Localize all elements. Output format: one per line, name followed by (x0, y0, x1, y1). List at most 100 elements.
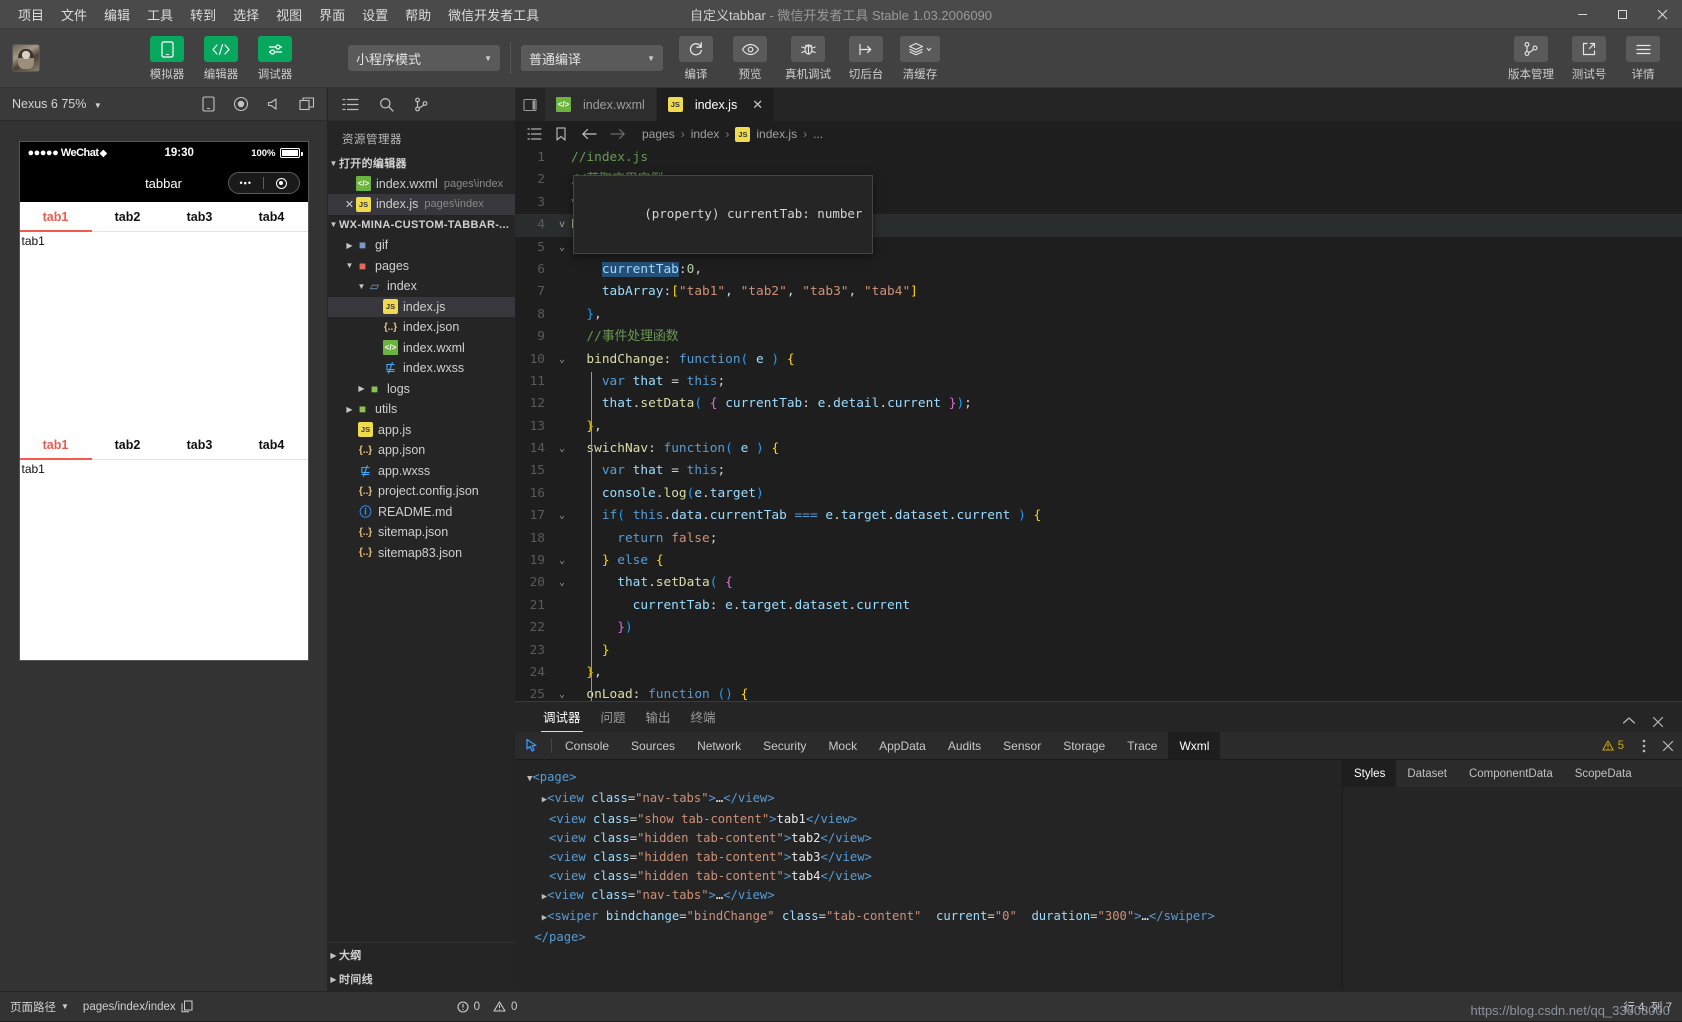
fold-toggle[interactable] (553, 192, 571, 214)
tree-item-index-wxml[interactable]: </> index.wxml (328, 338, 515, 359)
timeline-section[interactable]: ▶ 时间线 (328, 967, 515, 991)
menu-item-tools[interactable]: 工具 (139, 1, 181, 28)
background-switch-button[interactable]: 切后台 (839, 34, 893, 82)
real-device-debug-button[interactable]: 真机调试 (777, 34, 839, 82)
wxml-node[interactable]: ▼<page> (527, 768, 1330, 789)
devtools-more-icon[interactable] (1634, 732, 1654, 759)
details-button[interactable]: 详情 (1616, 34, 1670, 82)
test-account-button[interactable]: 测试号 (1562, 34, 1616, 82)
phone-tab2-tab3[interactable]: tab3 (164, 430, 236, 459)
compile-select[interactable]: 普通编译 ▼ (521, 45, 663, 71)
user-avatar[interactable] (12, 44, 40, 72)
simulator-toggle-button[interactable]: 模拟器 (140, 34, 194, 82)
phone-tab2-tab2[interactable]: tab2 (92, 430, 164, 459)
fold-toggle[interactable] (553, 460, 571, 482)
wxml-tree[interactable]: ▼<page> ▶<view class="nav-tabs">…</view>… (515, 760, 1342, 991)
forward-arrow-icon[interactable] (610, 128, 626, 140)
fold-toggle[interactable]: ⌄ (553, 505, 571, 527)
phone-tab-tab3[interactable]: tab3 (164, 202, 236, 231)
fold-toggle[interactable] (553, 640, 571, 662)
menu-item-settings[interactable]: 设置 (354, 1, 396, 28)
menu-item-select[interactable]: 选择 (225, 1, 267, 28)
devtools-tab-audits[interactable]: Audits (937, 732, 992, 759)
devtools-tab-security[interactable]: Security (752, 732, 817, 759)
close-icon[interactable]: ✕ (343, 198, 356, 211)
element-picker-icon[interactable] (515, 732, 549, 759)
menu-item-help[interactable]: 帮助 (397, 1, 439, 28)
close-button[interactable] (1642, 0, 1682, 29)
tree-item-index-json[interactable]: {..} index.json (328, 317, 515, 338)
chevron-up-icon[interactable] (1622, 716, 1636, 728)
tree-item-app-js[interactable]: JS app.js (328, 420, 515, 441)
styles-tab-scopedata[interactable]: ScopeData (1564, 760, 1643, 787)
menu-item-project[interactable]: 项目 (10, 1, 52, 28)
warning-badge[interactable]: 5 (1592, 732, 1634, 759)
menu-item-wechat-devtools[interactable]: 微信开发者工具 (440, 1, 547, 28)
styles-tab-styles[interactable]: Styles (1343, 760, 1397, 787)
fold-toggle[interactable] (553, 371, 571, 393)
window-icon[interactable] (299, 97, 315, 111)
tree-item-app-wxss[interactable]: ⋢ app.wxss (328, 461, 515, 482)
close-icon[interactable] (1652, 716, 1664, 728)
close-circle-icon[interactable] (264, 177, 299, 189)
breadcrumb-index[interactable]: index (691, 127, 720, 141)
open-editor-index-js[interactable]: ✕ JS index.js pages\index (328, 194, 515, 215)
tree-item-index-folder[interactable]: ▼ ▱ index (328, 276, 515, 297)
version-manage-button[interactable]: 版本管理 (1500, 34, 1562, 82)
menu-item-view[interactable]: 视图 (268, 1, 310, 28)
capsule-button[interactable]: •▪• (227, 172, 300, 194)
page-path-selector[interactable]: 页面路径 ▼ (10, 999, 69, 1015)
branch-icon[interactable] (414, 97, 428, 112)
tree-item-index-js[interactable]: JS index.js (328, 296, 515, 317)
debugger-toggle-button[interactable]: 调试器 (248, 34, 302, 82)
phone-tab2-tab1[interactable]: tab1 (19, 430, 92, 460)
tree-item-project-config[interactable]: {..} project.config.json (328, 481, 515, 502)
devtools-close-icon[interactable] (1654, 732, 1682, 759)
fold-toggle[interactable]: ⌄ (553, 349, 571, 371)
fold-toggle[interactable] (553, 416, 571, 438)
cursor-position[interactable]: 行 4, 列 7 (1623, 999, 1672, 1015)
wxml-node[interactable]: </page> (527, 928, 1330, 947)
bookmark-icon[interactable] (555, 127, 567, 141)
record-icon[interactable] (233, 96, 249, 112)
problems-counter[interactable]: 0 0 (457, 1001, 517, 1013)
outline-section[interactable]: ▶ 大纲 (328, 943, 515, 967)
fold-toggle[interactable] (553, 304, 571, 326)
tree-item-logs[interactable]: ▶ ■ logs (328, 379, 515, 400)
devtools-tab-sensor[interactable]: Sensor (992, 732, 1052, 759)
phone-tab-tab2[interactable]: tab2 (92, 202, 164, 231)
devtools-tab-appdata[interactable]: AppData (868, 732, 937, 759)
mode-select[interactable]: 小程序模式 ▼ (348, 45, 500, 71)
tree-item-app-json[interactable]: {..} app.json (328, 440, 515, 461)
breadcrumb-pages[interactable]: pages (642, 127, 675, 141)
close-icon[interactable]: ✕ (752, 97, 763, 113)
copy-icon[interactable] (181, 1000, 193, 1013)
debugger-tab-problems[interactable]: 问题 (591, 707, 636, 732)
tree-item-utils[interactable]: ▶ ■ utils (328, 399, 515, 420)
debugger-tab-output[interactable]: 输出 (636, 707, 681, 732)
fold-toggle[interactable] (553, 281, 571, 303)
devtools-tab-network[interactable]: Network (686, 732, 752, 759)
toggle-sidebar-button[interactable] (515, 88, 545, 121)
debugger-tab-terminal[interactable]: 终端 (681, 707, 726, 732)
fold-toggle[interactable]: v (553, 214, 571, 236)
devtools-tab-sources[interactable]: Sources (620, 732, 686, 759)
tree-item-pages[interactable]: ▼ ■ pages (328, 256, 515, 277)
fold-toggle[interactable] (553, 147, 571, 169)
fold-toggle[interactable] (553, 528, 571, 550)
wxml-node[interactable]: ▶<view class="nav-tabs">…</view> (527, 886, 1330, 907)
wxml-node[interactable]: ▶<swiper bindchange="bindChange" class="… (527, 907, 1330, 928)
fold-toggle[interactable] (553, 617, 571, 639)
fold-toggle[interactable] (553, 483, 571, 505)
devtools-tab-storage[interactable]: Storage (1052, 732, 1116, 759)
breadcrumb-file[interactable]: index.js (756, 127, 797, 141)
wxml-node[interactable]: <view class="hidden tab-content">tab2</v… (527, 829, 1330, 848)
volume-icon[interactable] (267, 97, 281, 111)
maximize-button[interactable] (1602, 0, 1642, 29)
preview-button[interactable]: 预览 (723, 34, 777, 82)
fold-toggle[interactable] (553, 259, 571, 281)
menu-item-interface[interactable]: 界面 (311, 1, 353, 28)
page-path-value-group[interactable]: pages/index/index (83, 1000, 193, 1013)
outline-list-icon[interactable] (527, 128, 542, 140)
tree-item-index-wxss[interactable]: ⋢ index.wxss (328, 358, 515, 379)
